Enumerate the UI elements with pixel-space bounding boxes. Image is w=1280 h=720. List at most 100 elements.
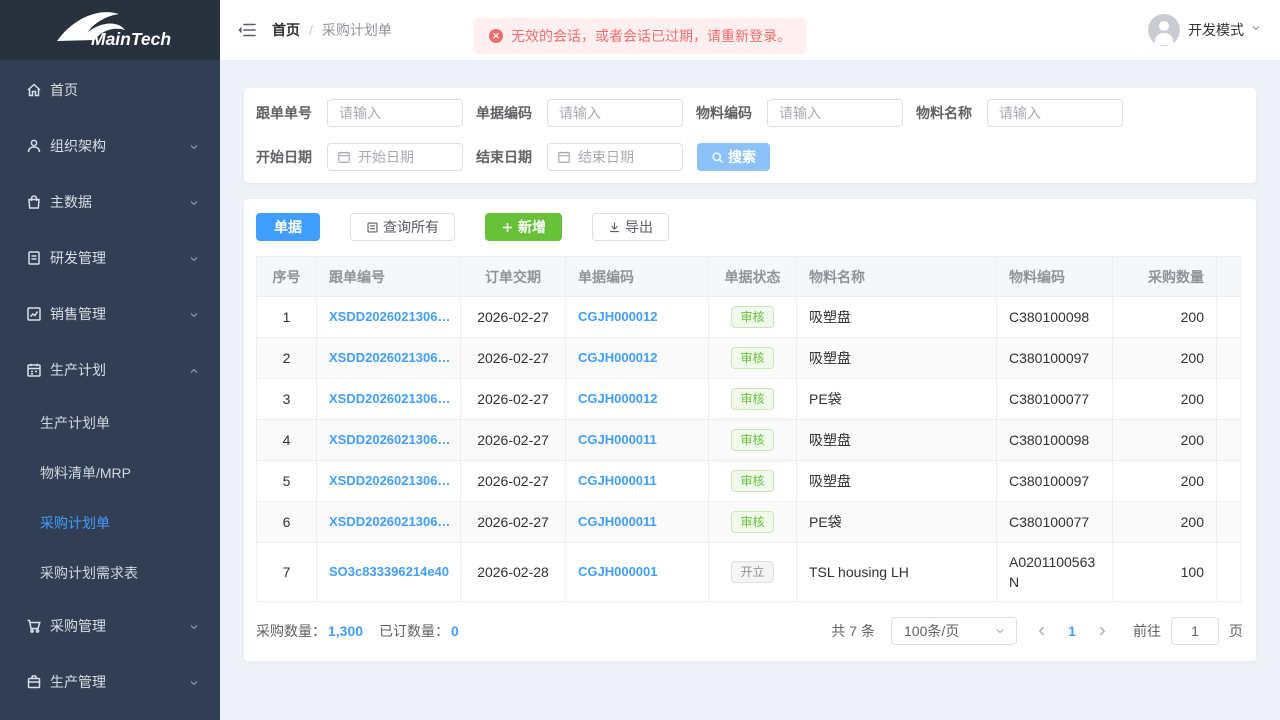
table-row[interactable]: 7 SO3c833396214e40 2026-02-28 CGJH000001… — [257, 543, 1241, 602]
sidebar-item-sales[interactable]: 销售管理 — [0, 286, 220, 342]
prev-page-button[interactable] — [1027, 617, 1057, 645]
field-label: 跟单单号 — [256, 103, 312, 123]
page-size-select[interactable]: 100条/页 — [891, 617, 1017, 645]
field-label: 物料名称 — [916, 103, 972, 123]
ordered-qty-label: 已订数量： — [379, 621, 449, 641]
cell-status: 审核 — [709, 461, 797, 502]
cell-doc-no-link[interactable]: CGJH000001 — [566, 543, 709, 602]
cell-material-name: 吸塑盘 — [797, 297, 997, 338]
table-header-row: 序号 跟单编号 订单交期 单据编码 单据状态 物料名称 物料编码 采购数量 — [257, 257, 1241, 297]
table-row[interactable]: 5 XSDD2026021306… 2026-02-27 CGJH000011 … — [257, 461, 1241, 502]
goto-label: 前往 — [1133, 621, 1161, 641]
cell-qty: 100 — [1113, 543, 1217, 602]
cell-doc-no-link[interactable]: CGJH000012 — [566, 379, 709, 420]
header-status[interactable]: 单据状态 — [709, 257, 797, 297]
start-date-input[interactable]: 开始日期 — [327, 143, 463, 171]
sidebar-subitem-production-plan-order[interactable]: 生产计划单 — [0, 398, 220, 448]
download-icon — [608, 221, 621, 234]
status-badge: 审核 — [731, 347, 773, 369]
chart-icon — [26, 306, 42, 322]
chevron-down-icon — [188, 196, 200, 208]
next-page-button[interactable] — [1087, 617, 1117, 645]
header-index[interactable]: 序号 — [257, 257, 317, 297]
avatar — [1148, 14, 1180, 46]
header-order-no[interactable]: 跟单编号 — [317, 257, 461, 297]
sidebar-subitem-purchase-plan-demand[interactable]: 采购计划需求表 — [0, 548, 220, 598]
session-alert: ✕ 无效的会话，或者会话已过期，请重新登录。 — [473, 18, 807, 54]
search-button[interactable]: 搜索 — [697, 143, 770, 171]
bag-icon — [26, 194, 42, 210]
calendar-icon — [26, 362, 42, 378]
cell-doc-no-link[interactable]: CGJH000011 — [566, 420, 709, 461]
cell-material-name: 吸塑盘 — [797, 420, 997, 461]
cart-icon — [26, 618, 42, 634]
material-name-input[interactable] — [987, 99, 1123, 127]
header-qty[interactable]: 采购数量 — [1113, 257, 1217, 297]
table-footer: 采购数量： 1,300 已订数量： 0 共 7 条 100条/页 1 前往 页 — [256, 617, 1244, 645]
pagination: 共 7 条 100条/页 1 前往 页 — [831, 617, 1243, 645]
cell-extra — [1217, 420, 1241, 461]
header-material-code[interactable]: 物料编码 — [997, 257, 1113, 297]
sidebar-item-home[interactable]: 首页 — [0, 62, 220, 118]
sidebar-item-masterdata[interactable]: 主数据 — [0, 174, 220, 230]
doc-no-input[interactable] — [547, 99, 683, 127]
chevron-down-icon — [994, 625, 1006, 637]
svg-text:MainTech: MainTech — [91, 29, 171, 49]
cell-order-no-link[interactable]: XSDD2026021306… — [317, 297, 461, 338]
current-page[interactable]: 1 — [1057, 623, 1087, 639]
sidebar-item-manufacturing[interactable]: 生产管理 — [0, 654, 220, 710]
cell-status: 审核 — [709, 502, 797, 543]
table-row[interactable]: 1 XSDD2026021306… 2026-02-27 CGJH000012 … — [257, 297, 1241, 338]
ordered-qty-value: 0 — [451, 623, 459, 639]
date-placeholder: 开始日期 — [358, 147, 414, 167]
cell-order-no-link[interactable]: XSDD2026021306… — [317, 502, 461, 543]
cell-doc-no-link[interactable]: CGJH000012 — [566, 297, 709, 338]
export-button[interactable]: 导出 — [592, 213, 669, 241]
sidebar-subitem-purchase-plan[interactable]: 采购计划单 — [0, 498, 220, 548]
cell-doc-no-link[interactable]: CGJH000011 — [566, 461, 709, 502]
cell-material-code: C380100097 — [997, 461, 1113, 502]
cell-order-no-link[interactable]: XSDD2026021306… — [317, 461, 461, 502]
query-all-button[interactable]: 查询所有 — [350, 213, 455, 241]
cell-order-no-link[interactable]: XSDD2026021306… — [317, 338, 461, 379]
date-placeholder: 结束日期 — [578, 147, 634, 167]
material-code-input[interactable] — [767, 99, 903, 127]
breadcrumb-separator: / — [309, 22, 313, 38]
end-date-input[interactable]: 结束日期 — [547, 143, 683, 171]
header-doc-no[interactable]: 单据编码 — [566, 257, 709, 297]
sidebar-item-purchasing[interactable]: 采购管理 — [0, 598, 220, 654]
sidebar-subitem-bom-mrp[interactable]: 物料清单/MRP — [0, 448, 220, 498]
cell-doc-no-link[interactable]: CGJH000011 — [566, 502, 709, 543]
table-row[interactable]: 6 XSDD2026021306… 2026-02-27 CGJH000011 … — [257, 502, 1241, 543]
cell-order-no-link[interactable]: XSDD2026021306… — [317, 379, 461, 420]
cell-doc-no-link[interactable]: CGJH000012 — [566, 338, 709, 379]
cell-delivery-date: 2026-02-27 — [461, 502, 566, 543]
header-delivery-date[interactable]: 订单交期 — [461, 257, 566, 297]
cell-material-name: TSL housing LH — [797, 543, 997, 602]
table-row[interactable]: 3 XSDD2026021306… 2026-02-27 CGJH000012 … — [257, 379, 1241, 420]
cell-material-code: C380100098 — [997, 297, 1113, 338]
sidebar-item-org[interactable]: 组织架构 — [0, 118, 220, 174]
logo[interactable]: MainTech — [0, 0, 220, 60]
cell-order-no-link[interactable]: SO3c833396214e40 — [317, 543, 461, 602]
cell-order-no-link[interactable]: XSDD2026021306… — [317, 420, 461, 461]
cell-status: 开立 — [709, 543, 797, 602]
sidebar-item-rnd[interactable]: 研发管理 — [0, 230, 220, 286]
cell-index: 1 — [257, 297, 317, 338]
table-row[interactable]: 2 XSDD2026021306… 2026-02-27 CGJH000012 … — [257, 338, 1241, 379]
chevron-down-icon — [188, 620, 200, 632]
goto-page-input[interactable] — [1171, 617, 1219, 645]
filter-start-date: 开始日期 开始日期 — [256, 143, 463, 171]
user-menu[interactable]: 开发模式 — [1148, 14, 1262, 46]
sidebar-fold-icon[interactable] — [237, 20, 257, 40]
sidebar-item-production-plan[interactable]: 生产计划 — [0, 342, 220, 398]
cell-delivery-date: 2026-02-28 — [461, 543, 566, 602]
cell-material-name: 吸塑盘 — [797, 461, 997, 502]
add-button[interactable]: 新增 — [485, 213, 562, 241]
order-no-input[interactable] — [327, 99, 463, 127]
breadcrumb-home[interactable]: 首页 — [272, 20, 300, 40]
table-row[interactable]: 4 XSDD2026021306… 2026-02-27 CGJH000011 … — [257, 420, 1241, 461]
cell-status: 审核 — [709, 338, 797, 379]
doc-button[interactable]: 单据 — [256, 213, 320, 241]
header-material-name[interactable]: 物料名称 — [797, 257, 997, 297]
